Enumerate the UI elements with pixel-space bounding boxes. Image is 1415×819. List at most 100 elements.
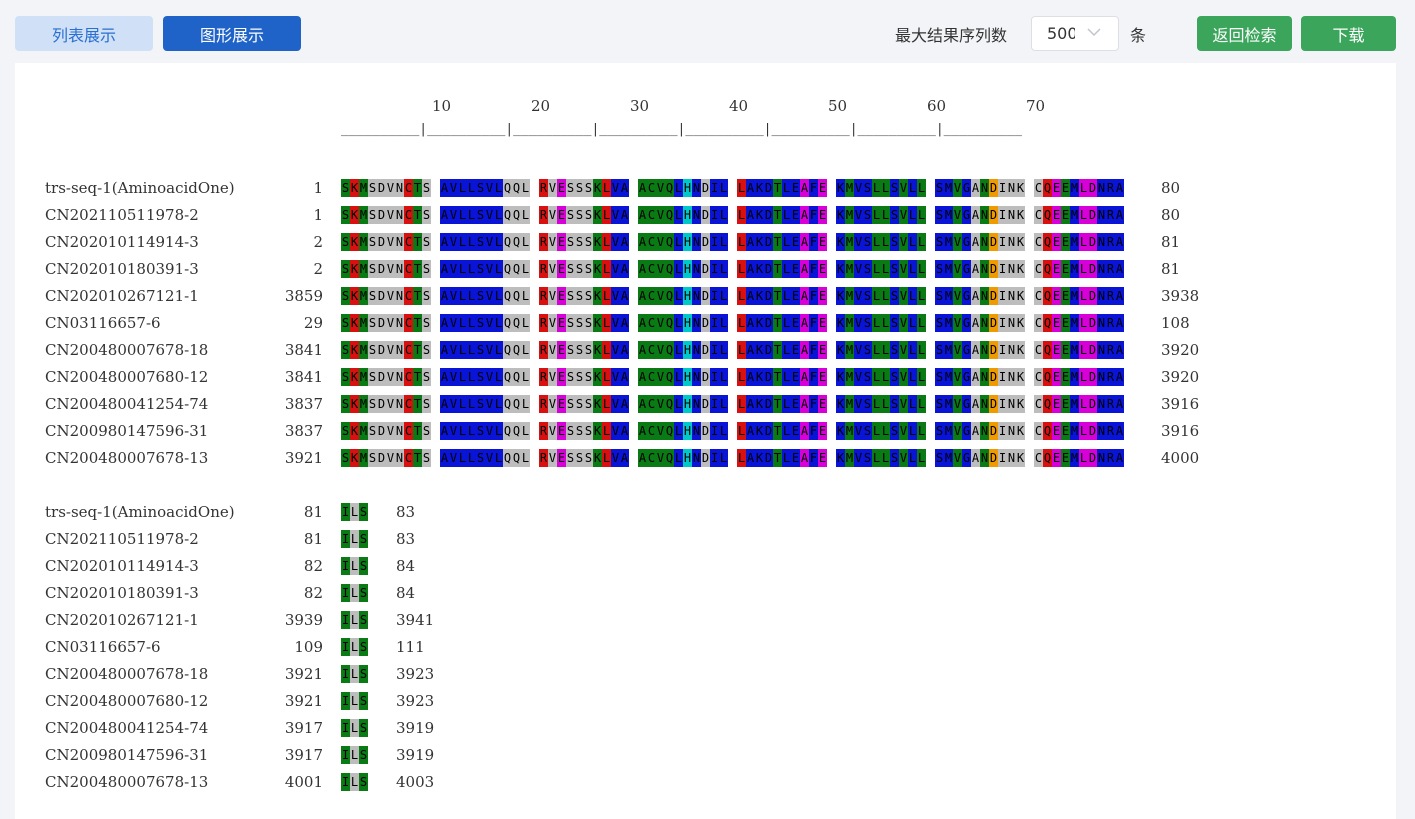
residue: M xyxy=(359,341,368,359)
residue-block: ACVQLHNDIL xyxy=(638,287,728,305)
residue: N xyxy=(980,341,989,359)
residue: S xyxy=(359,638,368,656)
residue: L xyxy=(350,584,359,602)
residue: S xyxy=(368,179,377,197)
residue: L xyxy=(1079,422,1088,440)
residue: L xyxy=(782,395,791,413)
list-view-button[interactable]: 列表展示 xyxy=(15,16,153,51)
residue: M xyxy=(944,368,953,386)
residue: S xyxy=(476,449,485,467)
residue: E xyxy=(818,449,827,467)
sequence-end: 80 xyxy=(1161,179,1181,197)
sequence-start: 1 xyxy=(313,179,323,197)
residue: R xyxy=(1106,206,1115,224)
download-button[interactable]: 下载 xyxy=(1301,16,1396,51)
residue: Q xyxy=(512,368,521,386)
residue: S xyxy=(359,503,368,521)
residue-block: ILS xyxy=(341,692,368,710)
residue: V xyxy=(953,449,962,467)
back-to-search-button[interactable]: 返回检索 xyxy=(1197,16,1292,51)
residue: F xyxy=(809,395,818,413)
residue: V xyxy=(548,368,557,386)
residue: V xyxy=(485,233,494,251)
residue: S xyxy=(584,233,593,251)
residue: Q xyxy=(503,206,512,224)
residue: C xyxy=(1034,449,1043,467)
residue: T xyxy=(413,341,422,359)
residue: L xyxy=(521,368,530,386)
residue: I xyxy=(341,665,350,683)
residue: S xyxy=(863,422,872,440)
residue-block: KMVSLLSVLL xyxy=(836,368,926,386)
residue: C xyxy=(1034,368,1043,386)
residue: E xyxy=(557,449,566,467)
residue: N xyxy=(692,395,701,413)
residue: M xyxy=(1070,287,1079,305)
sequence-name: CN202010114914-3 xyxy=(45,233,199,251)
sequence-end: 81 xyxy=(1161,260,1181,278)
residue: K xyxy=(1016,449,1025,467)
residue: S xyxy=(476,341,485,359)
residue: Q xyxy=(512,233,521,251)
sequence-name: CN200480041254-74 xyxy=(45,395,209,413)
residue: S xyxy=(575,422,584,440)
graph-view-button[interactable]: 图形展示 xyxy=(163,16,301,51)
alignment-row: CN200980147596-31 3917 I L S 3919 xyxy=(0,746,1415,764)
residue: R xyxy=(539,449,548,467)
max-results-select[interactable]: 500 xyxy=(1031,16,1119,51)
residue: Q xyxy=(665,422,674,440)
residue: L xyxy=(881,206,890,224)
residue: S xyxy=(422,368,431,386)
residue: M xyxy=(359,314,368,332)
residue: L xyxy=(602,206,611,224)
residue: V xyxy=(656,260,665,278)
residue: G xyxy=(962,368,971,386)
sequence-name: CN200480007680-12 xyxy=(45,368,209,386)
residue: V xyxy=(485,341,494,359)
residue: E xyxy=(791,260,800,278)
residue: A xyxy=(1115,341,1124,359)
residue: K xyxy=(1016,233,1025,251)
residue: L xyxy=(908,206,917,224)
residue: M xyxy=(1070,449,1079,467)
residue: I xyxy=(341,773,350,791)
residue: D xyxy=(989,287,998,305)
residue: S xyxy=(863,206,872,224)
residue: L xyxy=(494,341,503,359)
residue: K xyxy=(593,206,602,224)
residue: M xyxy=(944,314,953,332)
residue: L xyxy=(719,368,728,386)
residue: N xyxy=(395,341,404,359)
residue: G xyxy=(962,287,971,305)
residue: V xyxy=(854,422,863,440)
residue: A xyxy=(440,260,449,278)
residue: L xyxy=(1079,260,1088,278)
alignment-row: CN200980147596-31 3837 S K M S D V N C T S A V L L S V L Q Q… xyxy=(0,422,1415,440)
residue-block: LAKDTLEAFE xyxy=(737,179,827,197)
residue: L xyxy=(467,314,476,332)
residue: S xyxy=(566,260,575,278)
residue: L xyxy=(350,773,359,791)
residue: V xyxy=(485,179,494,197)
residue: I xyxy=(710,422,719,440)
residue: D xyxy=(764,260,773,278)
residue: C xyxy=(647,368,656,386)
residue: L xyxy=(467,368,476,386)
residue: S xyxy=(422,260,431,278)
residue: Q xyxy=(512,449,521,467)
residue: C xyxy=(404,206,413,224)
alignment-row: CN202010114914-3 82 I L S 84 xyxy=(0,557,1415,575)
residue: S xyxy=(368,422,377,440)
residue: V xyxy=(485,395,494,413)
residue: L xyxy=(674,422,683,440)
residue: K xyxy=(755,233,764,251)
residue: C xyxy=(1034,395,1043,413)
residue: D xyxy=(764,449,773,467)
residue: T xyxy=(413,314,422,332)
residue: Q xyxy=(1043,233,1052,251)
residue-block: ILS xyxy=(341,773,368,791)
residue: D xyxy=(377,341,386,359)
residue: N xyxy=(1097,422,1106,440)
residue-block: RVESSSKLVA xyxy=(539,449,629,467)
residue: A xyxy=(971,287,980,305)
